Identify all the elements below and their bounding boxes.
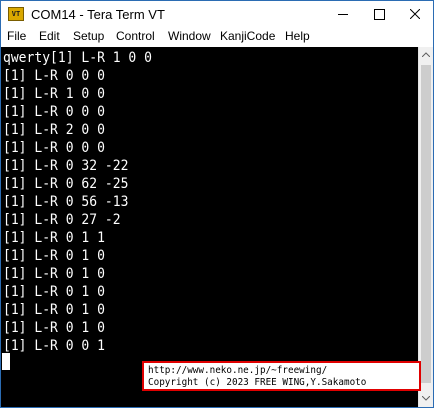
window-title: COM14 - Tera Term VT <box>31 7 165 22</box>
terminal-line: [1] L-R 0 27 -2 <box>3 212 121 228</box>
terminal-line: qwerty[1] L-R 1 0 0 <box>3 50 152 66</box>
close-button[interactable] <box>397 1 433 27</box>
vertical-scrollbar[interactable] <box>418 47 433 407</box>
maximize-button[interactable] <box>361 1 397 27</box>
terminal-line: [1] L-R 1 0 0 <box>3 86 105 102</box>
terminal-line: [1] L-R 0 56 -13 <box>3 194 129 210</box>
terminal-line: [1] L-R 0 0 0 <box>3 68 105 84</box>
menu-help[interactable]: Help <box>285 29 310 43</box>
title-bar[interactable]: VT COM14 - Tera Term VT <box>1 1 433 27</box>
close-icon <box>410 9 420 19</box>
minimize-button[interactable] <box>325 1 361 27</box>
terminal-line: [1] L-R 0 1 0 <box>3 248 105 264</box>
terminal-line: [1] L-R 0 1 0 <box>3 302 105 318</box>
terminal-line: [1] L-R 0 62 -25 <box>3 176 129 192</box>
menu-setup[interactable]: Setup <box>73 29 104 43</box>
scrollbar-thumb[interactable] <box>421 65 431 383</box>
terminal-line: [1] L-R 0 0 0 <box>3 104 105 120</box>
menu-kanjicode[interactable]: KanjiCode <box>220 29 275 43</box>
scroll-up-button[interactable] <box>419 47 433 63</box>
menu-window[interactable]: Window <box>168 29 211 43</box>
copyright-banner: http://www.neko.ne.jp/~freewing/ Copyrig… <box>142 361 421 391</box>
terminal-line: [1] L-R 0 1 1 <box>3 230 105 246</box>
chevron-down-icon <box>422 396 430 401</box>
teraterm-window: VT COM14 - Tera Term VT File Edit Setup … <box>0 0 434 408</box>
banner-copyright: Copyright (c) 2023 FREE WING,Y.Sakamoto <box>148 377 367 388</box>
terminal-line: [1] L-R 0 0 1 <box>3 338 105 354</box>
terminal-line: [1] L-R 0 32 -22 <box>3 158 129 174</box>
menu-edit[interactable]: Edit <box>39 29 60 43</box>
text-cursor <box>2 353 10 370</box>
menu-bar: File Edit Setup Control Window KanjiCode… <box>1 27 433 46</box>
scroll-down-button[interactable] <box>419 391 433 407</box>
menu-control[interactable]: Control <box>116 29 155 43</box>
terminal-line: [1] L-R 0 0 0 <box>3 140 105 156</box>
menu-file[interactable]: File <box>7 29 26 43</box>
terminal-screen[interactable]: qwerty[1] L-R 1 0 0 [1] L-R 0 0 0 [1] L-… <box>1 47 418 407</box>
terminal-line: [1] L-R 2 0 0 <box>3 122 105 138</box>
terminal-line: [1] L-R 0 1 0 <box>3 266 105 282</box>
terminal-line: [1] L-R 0 1 0 <box>3 284 105 300</box>
teraterm-app-icon[interactable]: VT <box>8 7 24 21</box>
terminal-line: [1] L-R 0 1 0 <box>3 320 105 336</box>
chevron-up-icon <box>422 52 430 57</box>
